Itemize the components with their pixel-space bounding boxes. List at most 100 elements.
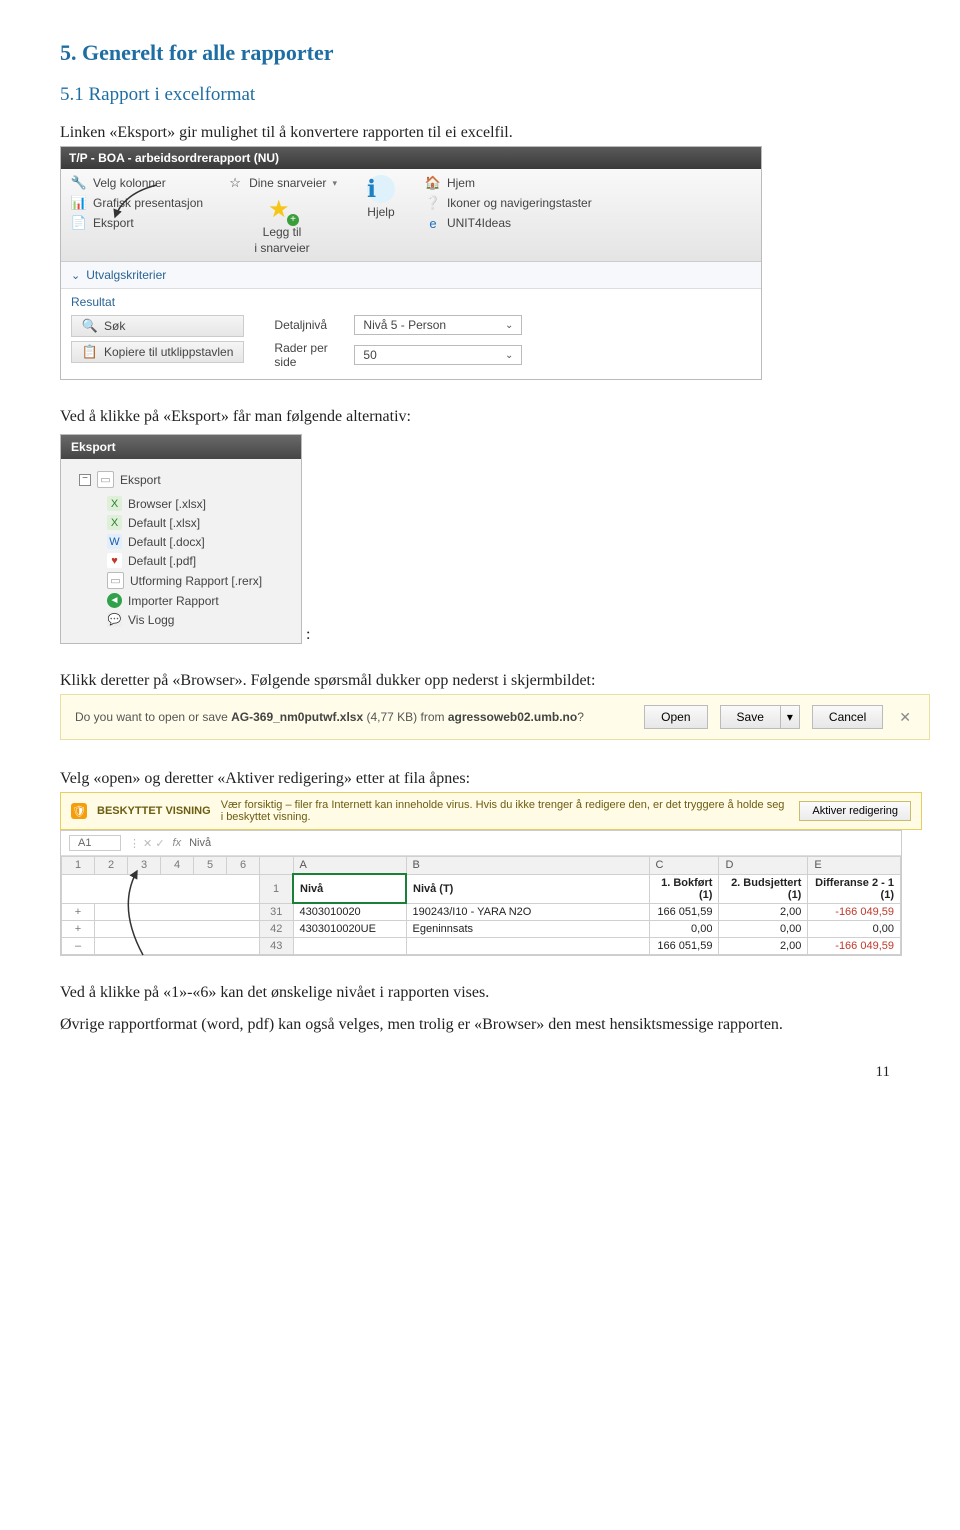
outline-level-5[interactable]: 5 bbox=[194, 857, 227, 875]
toolbar-unit4ideas[interactable]: eUNIT4Ideas bbox=[425, 215, 592, 231]
tree-label: Vis Logg bbox=[128, 613, 174, 627]
tree-label: Browser [.xlsx] bbox=[128, 497, 206, 511]
cell[interactable]: -166 049,59 bbox=[808, 903, 901, 921]
tree-item-browser-xlsx[interactable]: X Browser [.xlsx] bbox=[107, 494, 289, 513]
tree-label: Default [.docx] bbox=[128, 535, 205, 549]
row-num[interactable]: 31 bbox=[260, 903, 294, 921]
tree-item-utforming-rerx[interactable]: ▭Utforming Rapport [.rerx] bbox=[107, 570, 289, 591]
col-A[interactable]: A bbox=[293, 857, 406, 875]
section-utvalgskriterier[interactable]: ⌄ Utvalgskriterier bbox=[61, 262, 761, 289]
screenshot-toolbar: T/P - BOA - arbeidsordrerapport (NU) 🔧Ve… bbox=[60, 146, 762, 380]
cell[interactable]: Nivå (T) bbox=[406, 874, 649, 903]
cell[interactable]: 4303010020 bbox=[293, 903, 406, 921]
cell[interactable]: Differanse 2 - 1 (1) bbox=[808, 874, 901, 903]
aktiver-redigering-button[interactable]: Aktiver redigering bbox=[799, 801, 911, 821]
cell[interactable] bbox=[293, 938, 406, 955]
cell[interactable]: 2,00 bbox=[719, 938, 808, 955]
tree-label: Importer Rapport bbox=[128, 594, 219, 608]
clipboard-icon: 📋 bbox=[82, 344, 98, 360]
button-sok[interactable]: 🔍Søk bbox=[71, 315, 244, 337]
save-button[interactable]: Save bbox=[720, 705, 781, 729]
outline-level-3[interactable]: 3 bbox=[128, 857, 161, 875]
open-button[interactable]: Open bbox=[644, 705, 707, 729]
colon-marker: : bbox=[306, 626, 310, 672]
close-icon[interactable]: ✕ bbox=[895, 709, 915, 726]
detaljniva-label: Detaljnivå bbox=[274, 318, 344, 332]
col-D[interactable]: D bbox=[719, 857, 808, 875]
outline-expand[interactable]: + bbox=[62, 921, 95, 938]
outline-level-2[interactable]: 2 bbox=[95, 857, 128, 875]
cancel-button[interactable]: Cancel bbox=[812, 705, 883, 729]
download-message: Do you want to open or save AG-369_nm0pu… bbox=[75, 710, 632, 724]
toolbar-hjem[interactable]: 🏠Hjem bbox=[425, 175, 592, 191]
table-row-header: 1 Nivå Nivå (T) 1. Bokført (1) 2. Budsje… bbox=[62, 874, 901, 903]
toolbar-grafisk[interactable]: 📊Grafisk presentasjon bbox=[71, 195, 203, 211]
rader-select[interactable]: 50⌄ bbox=[354, 345, 522, 365]
protected-view-label: BESKYTTET VISNING bbox=[97, 805, 211, 817]
intro-paragraph: Linken «Eksport» gir mulighet til å konv… bbox=[60, 124, 900, 142]
toolbar-dine-snarveier[interactable]: ☆Dine snarveier▾ bbox=[227, 175, 337, 191]
window-title: T/P - BOA - arbeidsordrerapport (NU) bbox=[61, 147, 761, 169]
download-filename: AG-369_nm0putwf.xlsx bbox=[231, 710, 363, 724]
tree-root-eksport[interactable]: − ▭ Eksport bbox=[73, 471, 289, 488]
fx-icon: fx bbox=[173, 837, 182, 849]
cell[interactable]: 0,00 bbox=[649, 921, 719, 938]
outline-level-1[interactable]: 1 bbox=[62, 857, 95, 875]
cell[interactable]: 166 051,59 bbox=[649, 903, 719, 921]
paragraph-niva: Ved å klikke på «1»-«6» kan det ønskelig… bbox=[60, 984, 900, 1002]
pdf-icon: ♥ bbox=[107, 553, 122, 568]
cell[interactable]: 166 051,59 bbox=[649, 938, 719, 955]
toolbar-legg-til-snarveier[interactable]: ★ Legg til i snarveier bbox=[227, 195, 337, 255]
outline-level-6[interactable]: 6 bbox=[227, 857, 260, 875]
tree-item-vis-logg[interactable]: 💬 Vis Logg bbox=[107, 610, 289, 629]
cell[interactable]: 2,00 bbox=[719, 903, 808, 921]
search-icon: 🔍 bbox=[82, 318, 98, 334]
select-value: Nivå 5 - Person bbox=[363, 318, 446, 332]
row-num[interactable]: 43 bbox=[260, 938, 294, 955]
log-icon: 💬 bbox=[107, 612, 122, 627]
cell[interactable]: Egeninnsats bbox=[406, 921, 649, 938]
toolbar-label: Velg kolonner bbox=[93, 176, 166, 190]
col-C[interactable]: C bbox=[649, 857, 719, 875]
cell[interactable]: -166 049,59 bbox=[808, 938, 901, 955]
chevron-down-icon: ⌄ bbox=[505, 320, 513, 331]
tree-item-importer[interactable]: ◄Importer Rapport bbox=[107, 591, 289, 610]
word-icon: W bbox=[107, 534, 122, 549]
toolbar-label: Ikoner og navigeringstaster bbox=[447, 196, 592, 210]
tree-item-default-docx[interactable]: W Default [.docx] bbox=[107, 532, 289, 551]
toolbar-hjelp[interactable]: ℹ Hjelp bbox=[361, 175, 401, 255]
cell[interactable] bbox=[406, 938, 649, 955]
tree-item-default-pdf[interactable]: ♥ Default [.pdf] bbox=[107, 551, 289, 570]
collapse-icon[interactable]: − bbox=[79, 474, 91, 486]
cell[interactable]: 4303010020UE bbox=[293, 921, 406, 938]
row-num[interactable]: 1 bbox=[260, 874, 294, 903]
outline-collapse[interactable]: – bbox=[62, 938, 95, 955]
cell[interactable]: 0,00 bbox=[719, 921, 808, 938]
row-num[interactable]: 42 bbox=[260, 921, 294, 938]
toolbar-velg-kolonner[interactable]: 🔧Velg kolonner bbox=[71, 175, 203, 191]
toolbar-eksport[interactable]: 📄Eksport bbox=[71, 215, 203, 231]
save-dropdown-button[interactable]: ▾ bbox=[781, 705, 800, 729]
col-E[interactable]: E bbox=[808, 857, 901, 875]
cell[interactable]: 190243/I10 - YARA N2O bbox=[406, 903, 649, 921]
formula-bar-value[interactable]: Nivå bbox=[189, 837, 211, 849]
download-host: agressoweb02.umb.no bbox=[448, 710, 577, 724]
col-B[interactable]: B bbox=[406, 857, 649, 875]
tree-item-default-xlsx[interactable]: XDefault [.xlsx] bbox=[107, 513, 289, 532]
screenshot-protected-view: 🛡 BESKYTTET VISNING Vær forsiktig – file… bbox=[60, 792, 922, 830]
detaljniva-select[interactable]: Nivå 5 - Person ⌄ bbox=[354, 315, 522, 335]
toolbar-label: Hjelp bbox=[367, 205, 394, 219]
outline-level-4[interactable]: 4 bbox=[161, 857, 194, 875]
outline-expand[interactable]: + bbox=[62, 903, 95, 921]
cell[interactable]: 2. Budsjettert (1) bbox=[719, 874, 808, 903]
button-kopier[interactable]: 📋Kopiere til utklippstavlen bbox=[71, 341, 244, 363]
excel-icon: X bbox=[107, 496, 122, 511]
excel-grid[interactable]: 1 2 3 4 5 6 A B C D E 1 Nivå Nivå (T) 1.… bbox=[61, 856, 901, 955]
paragraph-velg-open: Velg «open» og deretter «Aktiver rediger… bbox=[60, 770, 900, 788]
cell[interactable]: 0,00 bbox=[808, 921, 901, 938]
cell-reference[interactable]: A1 bbox=[69, 835, 121, 851]
tree-label: Default [.pdf] bbox=[128, 554, 196, 568]
cell[interactable]: 1. Bokført (1) bbox=[649, 874, 719, 903]
cell[interactable]: Nivå bbox=[293, 874, 406, 903]
toolbar-ikoner-nav[interactable]: ❔Ikoner og navigeringstaster bbox=[425, 195, 592, 211]
